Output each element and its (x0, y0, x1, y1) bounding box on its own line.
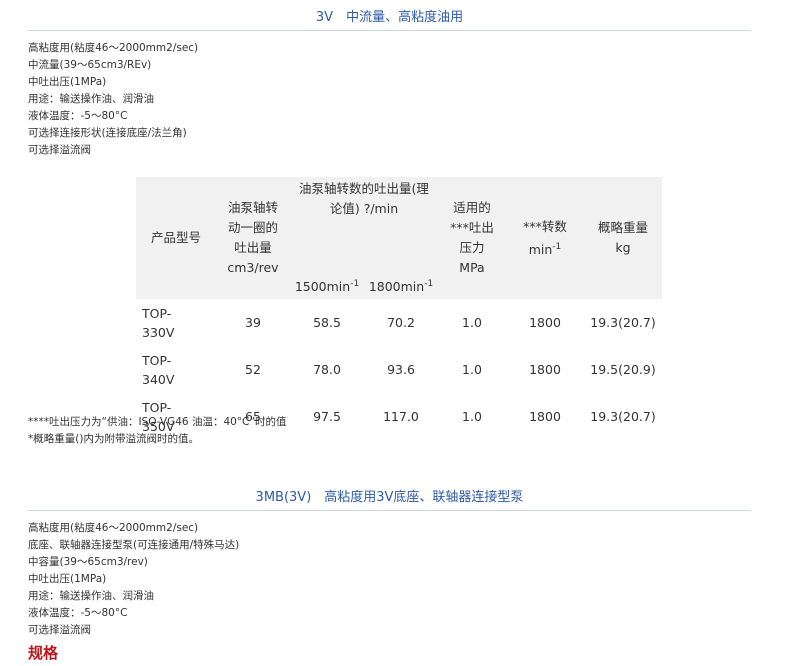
cell-model: TOP-330V (142, 305, 175, 340)
spec-item: 用途：输送操作油、润滑油 (28, 590, 154, 602)
cell-flow-1500: 78.0 (290, 346, 364, 394)
cell-flow-1500: 97.5 (313, 409, 341, 425)
cell-weight: 19.5(20.9) (584, 346, 662, 394)
spec-list-3v: 高粘度用(粘度46～2000mm2/sec) 中流量(39～65cm3/REv)… (28, 40, 198, 159)
section-title-3mb: 3MB(3V) 高粘度用3V底座、联轴器连接型泵 (28, 486, 751, 511)
cell-pressure: 1.0 (462, 409, 482, 425)
spec-list-3mb: 高粘度用(粘度46～2000mm2/sec) 底座、联轴器连接型泵(可连接通用/… (28, 520, 239, 639)
cell-flow-1800: 70.2 (387, 315, 415, 331)
header-speed: ***转数min-1 (506, 177, 584, 300)
table-row: TOP-340V 52 78.0 93.6 1.0 1800 19.5(20.9… (136, 346, 662, 394)
cell-flow-1800: 117.0 (383, 409, 419, 425)
section-title-3v: 3V 中流量、高粘度油用 (28, 6, 751, 31)
spec-item: 中容量(39～65cm3/rev) (28, 556, 148, 568)
cell-displacement: 52 (216, 346, 290, 394)
cell-weight: 19.3(20.7) (590, 409, 656, 425)
cell-model: TOP-340V (136, 346, 216, 394)
spec-item: 中流量(39～65cm3/REv) (28, 59, 152, 71)
cell-weight: 19.3(20.7) (590, 315, 656, 331)
spec-item: 高粘度用(粘度46～2000mm2/sec) (28, 42, 199, 54)
header-weight: 概略重量kg (584, 177, 662, 300)
cell-pressure: 1.0 (438, 346, 506, 394)
header-flow-1500: 1500min-1 (290, 272, 364, 300)
spec-item: 高粘度用(粘度46～2000mm2/sec) (28, 522, 199, 534)
spec-item: 可选择溢流阀 (28, 144, 91, 156)
header-flow-1800: 1800min-1 (364, 272, 438, 300)
cell-speed: 1800 (529, 315, 561, 331)
cell-pressure: 1.0 (462, 315, 482, 331)
note-weight: *概略重量()内为附带溢流阀时的值。 (28, 433, 199, 445)
spec-item: 中吐出压(1MPa) (28, 76, 107, 88)
cell-speed: 1800 (529, 409, 561, 425)
spec-item: 中吐出压(1MPa) (28, 573, 107, 585)
cell-speed: 1800 (506, 346, 584, 394)
cell-flow-1500: 58.5 (313, 315, 341, 331)
spec-item: 底座、联轴器连接型泵(可连接通用/特殊马达) (28, 539, 240, 551)
note-pressure: ****吐出压力为“供油：ISO-VG46 油温：40°C”时的值 (28, 416, 287, 428)
cell-displacement: 39 (245, 315, 261, 331)
spec-item: 可选择溢流阀 (28, 624, 91, 636)
spec-heading: 规格 (28, 644, 59, 662)
header-pressure: 适用的***吐出压力MPa (438, 177, 506, 300)
spec-item: 可选择连接形状(连接底座/法兰角) (28, 127, 187, 139)
header-displacement: 油泵轴转动一圈的吐出量cm3/rev (216, 177, 290, 300)
header-model: 产品型号 (136, 177, 216, 300)
table-row: TOP-330V 39 58.5 70.2 1.0 1800 19.3(20.7… (136, 299, 662, 346)
spec-table: 产品型号 油泵轴转动一圈的吐出量cm3/rev 油泵轴转数的吐出量(理论值) ?… (136, 177, 662, 440)
header-flow-group: 油泵轴转数的吐出量(理论值) ?/min (290, 177, 438, 272)
spec-item: 液体温度：-5～80°C (28, 110, 128, 122)
table-notes: ****吐出压力为“供油：ISO-VG46 油温：40°C”时的值 *概略重量(… (28, 414, 287, 448)
spec-item: 液体温度：-5～80°C (28, 607, 128, 619)
cell-flow-1800: 93.6 (364, 346, 438, 394)
spec-item: 用途：输送操作油、润滑油 (28, 93, 154, 105)
